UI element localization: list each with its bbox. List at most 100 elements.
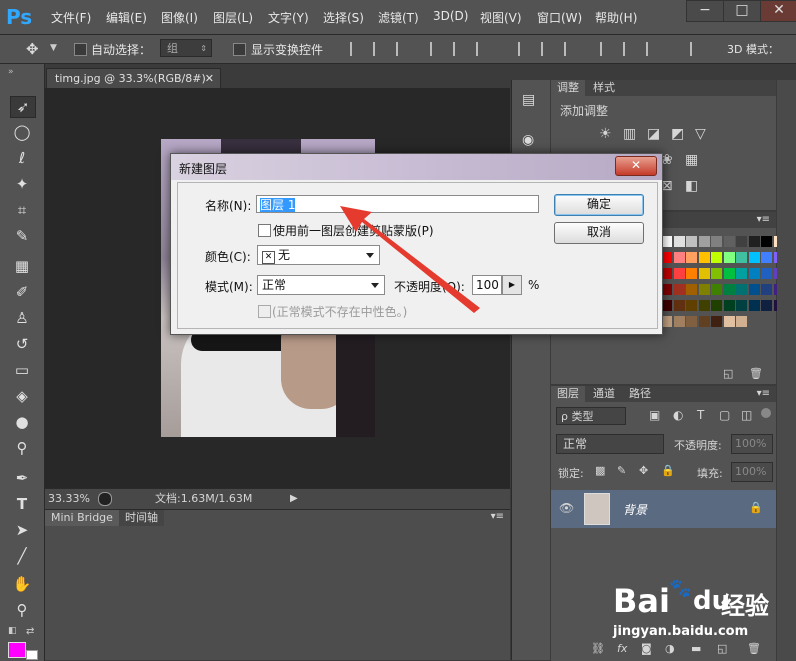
auto-align-icon[interactable] [690, 42, 704, 56]
lock-transparency-icon[interactable]: ▩ [595, 464, 605, 477]
color-swatch[interactable] [673, 252, 685, 263]
panel-menu-icon[interactable]: ▾≡ [491, 511, 504, 522]
menu-file[interactable]: 文件(F) [51, 9, 91, 26]
ok-button[interactable]: 确定 [554, 194, 644, 216]
menu-layer[interactable]: 图层(L) [213, 9, 253, 26]
minimize-button[interactable]: − [686, 0, 724, 22]
color-swatch[interactable] [736, 268, 747, 279]
dodge-tool-icon[interactable]: ⚲ [10, 438, 34, 458]
lookup-icon[interactable]: ▦ [685, 152, 698, 168]
eraser-icon[interactable]: ▭ [10, 360, 34, 380]
swap-colors-icon[interactable]: ⇄ [26, 626, 34, 637]
brush-tool-icon[interactable]: ✐ [10, 282, 34, 302]
clip-mask-checkbox[interactable] [258, 224, 271, 237]
color-swatch[interactable] [686, 268, 697, 279]
magic-wand-icon[interactable]: ✦ [10, 174, 34, 194]
blur-tool-icon[interactable]: ● [10, 412, 34, 432]
tab-layers[interactable]: 图层 [551, 386, 585, 402]
color-swatch[interactable] [711, 284, 722, 295]
align-top-icon[interactable] [350, 42, 364, 56]
filter-type-icon[interactable]: T [697, 408, 704, 422]
clone-stamp-icon[interactable]: ♙ [10, 308, 34, 328]
color-swatch[interactable] [723, 300, 735, 311]
cancel-button[interactable]: 取消 [554, 222, 644, 244]
dialog-titlebar[interactable]: 新建图层 ✕ [171, 154, 662, 180]
color-swatch[interactable] [686, 316, 697, 327]
curves-icon[interactable]: ◪ [647, 126, 660, 142]
menu-image[interactable]: 图像(I) [161, 9, 198, 26]
color-swatch[interactable] [698, 236, 710, 247]
layer-row-background[interactable]: 👁 背景 🔒 [551, 490, 776, 528]
color-swatch[interactable] [698, 316, 710, 327]
menu-window[interactable]: 窗口(W) [537, 9, 582, 26]
lasso-tool-icon[interactable]: ℓ [10, 148, 34, 168]
distribute-bottom-icon[interactable] [564, 42, 578, 56]
align-hcenter-icon[interactable] [453, 42, 467, 56]
pen-tool-icon[interactable]: ✒ [10, 468, 34, 488]
align-vcenter-icon[interactable] [373, 42, 387, 56]
color-swatch[interactable] [673, 268, 685, 279]
color-swatch[interactable] [711, 316, 722, 327]
filter-pixel-icon[interactable]: ▣ [649, 408, 660, 422]
type-tool-icon[interactable]: T [10, 494, 34, 514]
color-swatch[interactable] [723, 284, 735, 295]
foreground-color-swatch[interactable] [8, 642, 26, 658]
delete-swatch-icon[interactable]: 🗑 [749, 367, 763, 380]
menu-select[interactable]: 选择(S) [323, 9, 364, 26]
tab-mini-bridge[interactable]: Mini Bridge [45, 510, 119, 526]
tab-timeline[interactable]: 时间轴 [119, 510, 164, 526]
color-swatch[interactable] [723, 252, 735, 263]
color-swatch[interactable] [761, 252, 772, 263]
healing-brush-icon[interactable]: ▦ [10, 256, 34, 276]
tab-adjustments[interactable]: 调整 [551, 80, 585, 96]
show-transform-checkbox[interactable] [233, 43, 246, 56]
layer-opacity-field[interactable]: 100% [731, 434, 773, 454]
menu-view[interactable]: 视图(V) [480, 9, 522, 26]
selective-color-icon[interactable]: ◧ [685, 178, 698, 194]
panel-menu-icon[interactable]: ▾≡ [757, 212, 770, 228]
lock-position-icon[interactable]: ✥ [639, 464, 648, 477]
tab-paths[interactable]: 路径 [623, 386, 657, 402]
blend-mode-dropdown[interactable]: 正常 [556, 434, 664, 454]
color-swatch[interactable] [761, 284, 772, 295]
crop-tool-icon[interactable]: ⌗ [10, 200, 34, 220]
color-swatch[interactable] [711, 300, 722, 311]
paint-bucket-icon[interactable]: ◈ [10, 386, 34, 406]
path-select-icon[interactable]: ➤ [10, 520, 34, 540]
color-swatch[interactable] [686, 252, 697, 263]
color-swatch[interactable] [711, 252, 722, 263]
dialog-close-button[interactable]: ✕ [615, 156, 657, 176]
color-swatch[interactable] [698, 300, 710, 311]
align-bottom-icon[interactable] [396, 42, 410, 56]
color-swatch[interactable] [748, 268, 760, 279]
color-swatch[interactable] [736, 300, 747, 311]
close-window-button[interactable]: ✕ [760, 0, 796, 22]
color-swatch[interactable] [711, 236, 722, 247]
menu-filter[interactable]: 滤镜(T) [378, 9, 419, 26]
auto-select-checkbox[interactable] [74, 43, 87, 56]
menu-edit[interactable]: 编辑(E) [106, 9, 147, 26]
history-panel-icon[interactable]: ▤ [522, 92, 535, 108]
color-swatch[interactable] [698, 268, 710, 279]
color-swatch[interactable] [723, 268, 735, 279]
layer-name-input[interactable]: 图层 1 [256, 195, 539, 213]
maximize-button[interactable]: □ [723, 0, 761, 22]
close-tab-icon[interactable]: ✕ [205, 69, 214, 89]
tool-preset-chevron-icon[interactable]: ▼ [50, 43, 57, 53]
tab-channels[interactable]: 通道 [587, 386, 621, 402]
distribute-left-icon[interactable] [600, 42, 614, 56]
layer-comps-icon[interactable]: ◉ [522, 132, 534, 148]
color-swatch[interactable] [748, 252, 760, 263]
filter-toggle-icon[interactable] [761, 408, 771, 418]
distribute-hcenter-icon[interactable] [623, 42, 637, 56]
tab-styles[interactable]: 样式 [587, 80, 621, 96]
color-swatch[interactable] [698, 284, 710, 295]
distribute-top-icon[interactable] [518, 42, 532, 56]
color-swatch[interactable] [673, 316, 685, 327]
menu-type[interactable]: 文字(Y) [268, 9, 309, 26]
color-swatch[interactable] [761, 236, 772, 247]
color-swatch[interactable] [723, 316, 735, 327]
lock-pixels-icon[interactable]: ✎ [617, 464, 626, 477]
color-swatch[interactable] [736, 252, 747, 263]
line-tool-icon[interactable]: ╱ [10, 546, 34, 566]
